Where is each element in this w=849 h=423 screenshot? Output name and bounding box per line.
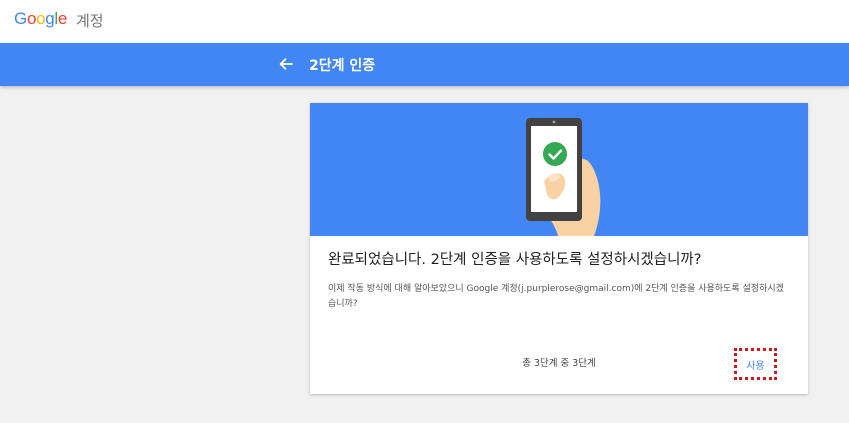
- page-header: 2단계 인증: [0, 43, 849, 86]
- logo-letter: o: [26, 9, 37, 28]
- card-description: 이제 작동 방식에 대해 알아보았으니 Google 계정(j.purplero…: [328, 284, 784, 309]
- page-title: 2단계 인증: [309, 58, 376, 74]
- logo-letter: o: [36, 9, 46, 28]
- card-heading: 완료되었습니다. 2단계 인증을 사용하도록 설정하시겠습니까?: [328, 252, 702, 268]
- hero-illustration: [310, 103, 808, 236]
- logo-letter: e: [57, 9, 68, 28]
- enable-button[interactable]: 사용: [734, 348, 777, 380]
- google-logo[interactable]: Google: [14, 9, 67, 29]
- top-app-bar: Google 계정: [0, 0, 849, 43]
- setup-card: 완료되었습니다. 2단계 인증을 사용하도록 설정하시겠습니까? 이제 작동 방…: [310, 103, 808, 394]
- phone-check-icon: [526, 118, 601, 236]
- arrow-left-icon[interactable]: [276, 54, 296, 74]
- logo-letter: G: [14, 9, 27, 28]
- product-name: 계정: [76, 12, 104, 30]
